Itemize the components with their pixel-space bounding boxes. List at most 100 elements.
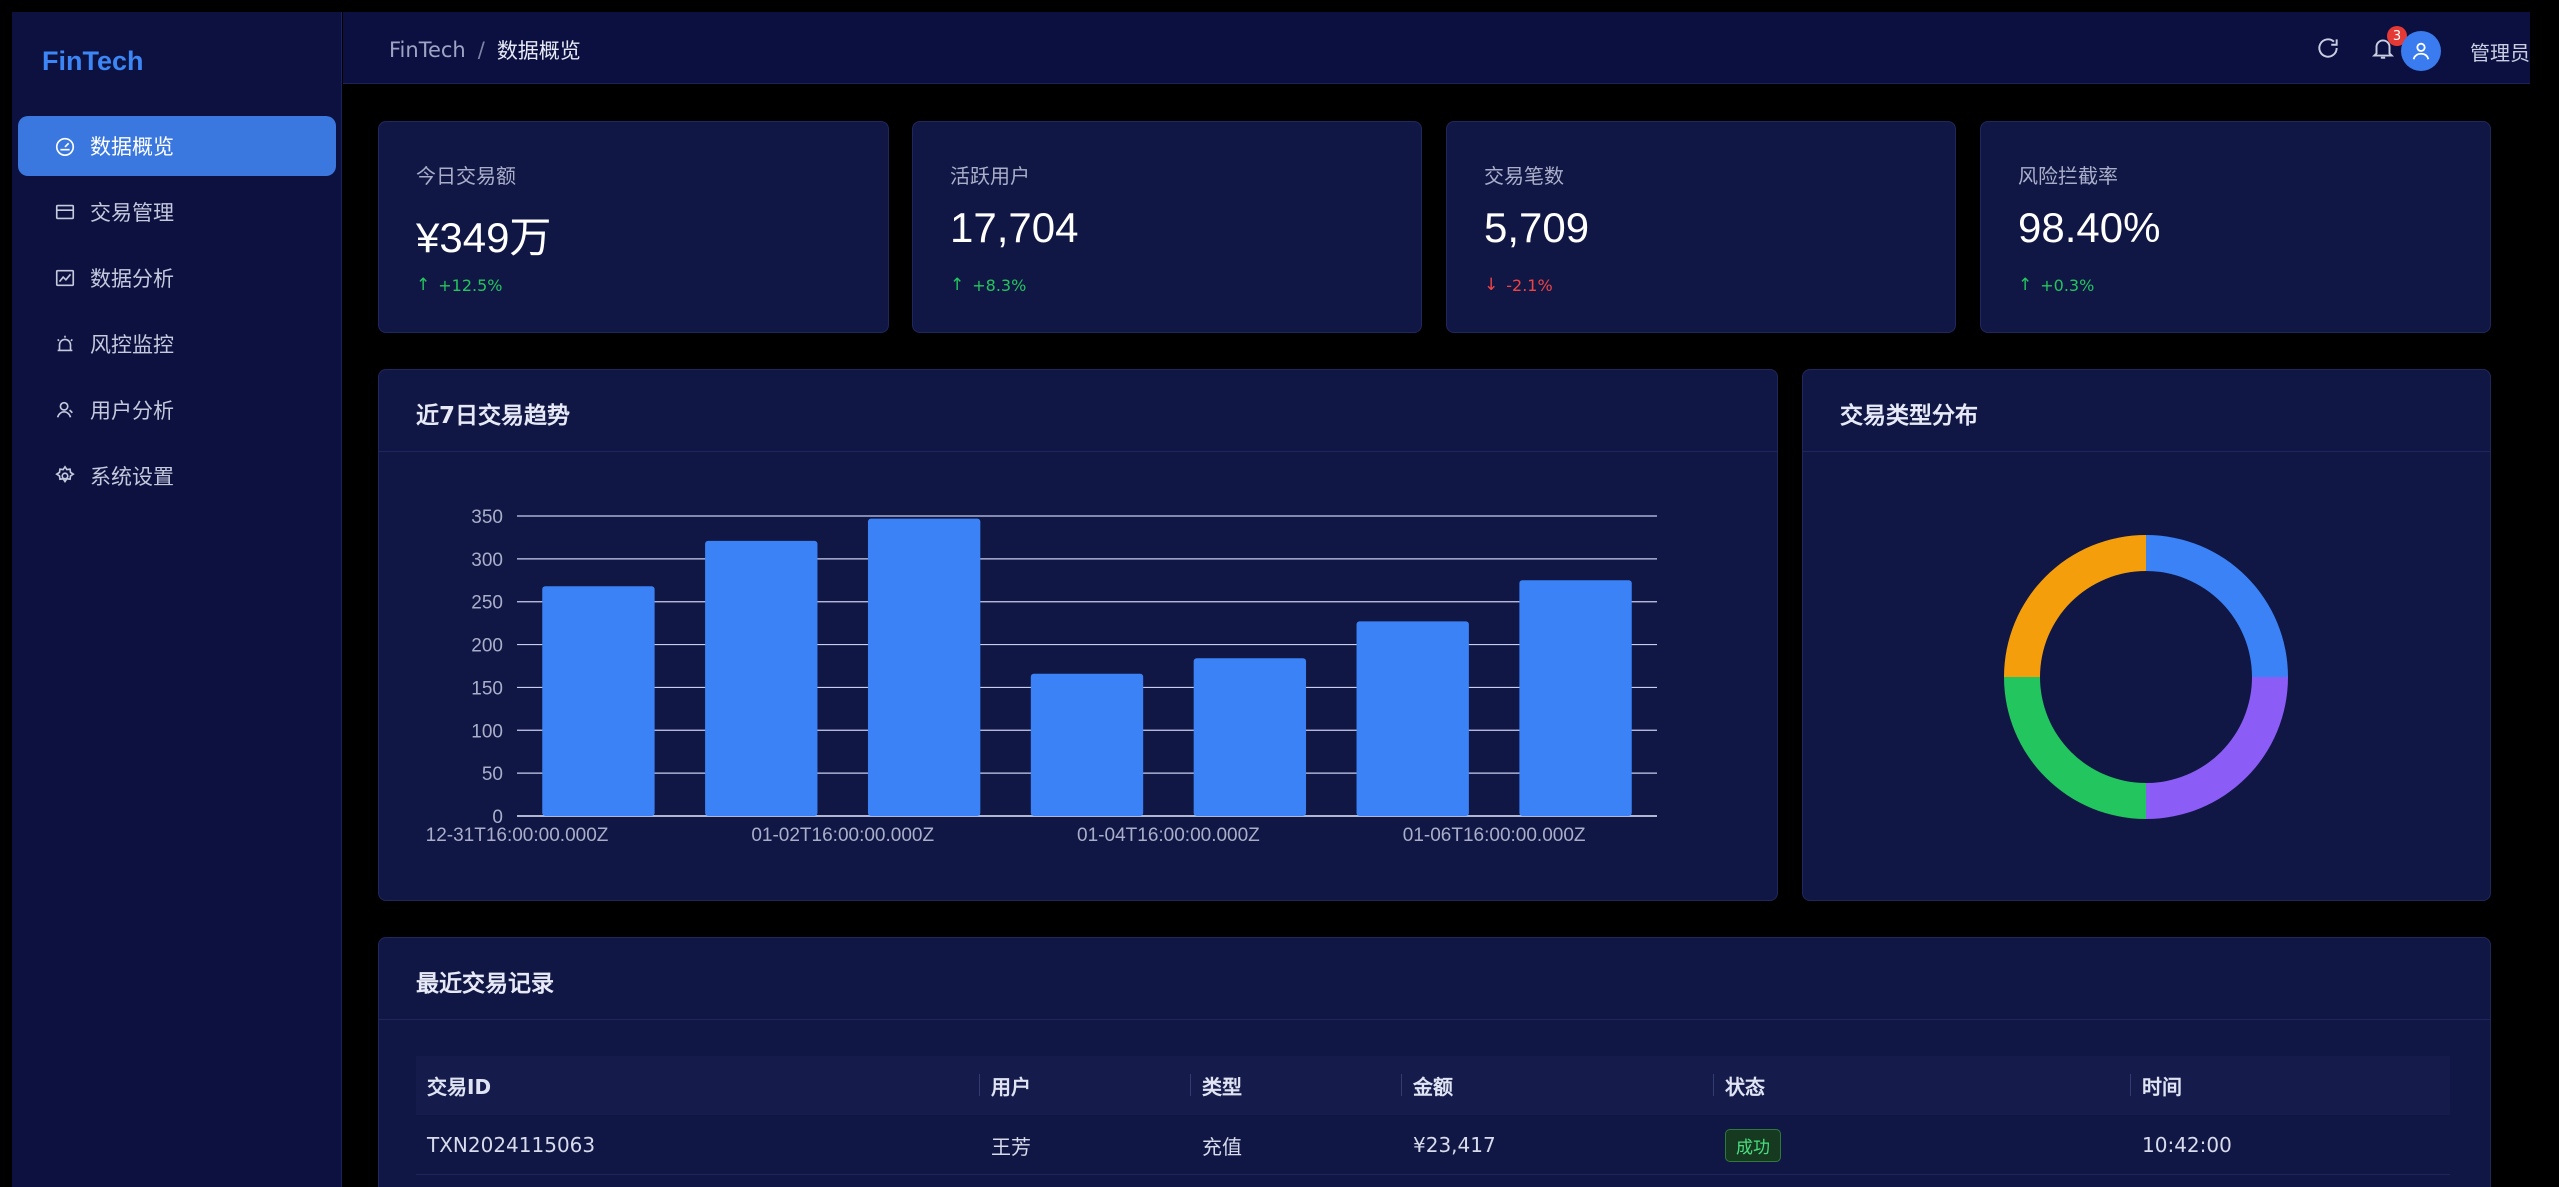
stat-change-value: +12.5% [438,275,503,295]
y-tick-label: 50 [482,764,503,785]
stat-card-risk-rate: 风险拦截率 98.40% ↑ +0.3% [1980,121,2491,333]
stat-card-transactions: 交易笔数 5,709 ↓ -2.1% [1446,121,1956,333]
cell-user: 王芳 [991,1134,1031,1159]
column-header-label: 状态 [1725,1075,1765,1099]
column-divider [979,1074,980,1096]
donut-chart [2004,535,2288,819]
bar[interactable] [1519,580,1632,816]
arrow-down-icon: ↓ [1484,275,1499,295]
refresh-icon[interactable] [2314,34,2342,62]
stat-change: ↓ -2.1% [1484,275,1553,295]
app-logo[interactable]: FinTech [42,46,144,77]
x-tick-label: 01-04T16:00:00.000Z [1077,825,1260,846]
stat-value: 17,704 [950,204,1079,251]
column-header-id[interactable]: 交易ID [427,1056,491,1115]
recent-transactions-card: 最近交易记录 交易ID 用户 类型 金额 状态 时间 TXN2024115063… [378,937,2491,1187]
column-divider [1713,1074,1714,1096]
donut-slice[interactable] [2004,535,2146,677]
stat-label: 交易笔数 [1484,164,1564,188]
donut-slice[interactable] [2146,535,2288,677]
cell-id: TXN2024115063 [427,1133,596,1157]
donut-slice[interactable] [2004,677,2146,819]
stat-value: ¥349万 [416,214,552,261]
dashboard-icon [54,135,76,157]
sidebar-item-label: 风控监控 [90,333,174,357]
card-icon [54,201,76,223]
column-header-type[interactable]: 类型 [1190,1056,1242,1115]
column-header-label: 类型 [1202,1075,1242,1099]
sidebar-item-risk[interactable]: 风控监控 [18,314,336,374]
column-divider [1190,1074,1191,1096]
column-header-label: 金额 [1413,1075,1453,1099]
username[interactable]: 管理员 [2470,37,2530,66]
stat-change-value: +0.3% [2040,275,2095,295]
column-header-user[interactable]: 用户 [979,1056,1031,1115]
y-tick-label: 200 [471,636,503,657]
column-header-amount[interactable]: 金额 [1401,1056,1453,1115]
y-tick-label: 100 [471,721,503,742]
status-badge: 成功 [1725,1128,1781,1162]
donut-slice[interactable] [2146,677,2288,819]
bar[interactable] [1030,673,1144,816]
x-tick-label: 12-31T16:00:00.000Z [426,825,609,846]
x-tick-label: 01-06T16:00:00.000Z [1403,825,1586,846]
sidebar-menu: 数据概览 交易管理 数据分析 风控监控 用户分析 系统设置 [18,116,336,512]
breadcrumb-separator: / [477,38,485,62]
stat-value: 5,709 [1484,204,1590,251]
table-header: 交易ID 用户 类型 金额 状态 时间 [416,1056,2450,1115]
column-header-time[interactable]: 时间 [2130,1056,2182,1115]
bar[interactable] [1356,621,1469,816]
stat-value: 98.40% [2018,204,2161,251]
bar[interactable] [1193,658,1307,816]
avatar[interactable] [2401,31,2441,71]
bar[interactable] [705,540,818,816]
sidebar-item-overview[interactable]: 数据概览 [18,116,336,176]
user-icon [54,399,76,421]
card-title: 近7日交易趋势 [416,403,571,429]
bar[interactable] [542,586,655,816]
arrow-up-icon: ↑ [416,275,431,295]
sidebar-item-settings[interactable]: 系统设置 [18,446,336,506]
sidebar-item-analytics[interactable]: 数据分析 [18,248,336,308]
cell-status: 成功 [1725,1115,1781,1175]
y-tick-label: 300 [471,550,503,571]
breadcrumb-root[interactable]: FinTech [389,38,466,62]
sidebar-item-label: 交易管理 [90,201,174,225]
transactions-table: 交易ID 用户 类型 金额 状态 时间 TXN2024115063 王芳 充值 … [416,1056,2450,1175]
stat-change: ↑ +8.3% [950,275,1026,295]
stat-change: ↑ +12.5% [416,275,502,295]
breadcrumb-current: 数据概览 [496,39,581,63]
stat-label: 风险拦截率 [2018,164,2118,188]
column-header-status[interactable]: 状态 [1713,1056,1765,1115]
alarm-icon [54,333,76,355]
x-tick-label: 01-02T16:00:00.000Z [751,825,934,846]
cell-type: 充值 [1202,1134,1242,1159]
column-divider [2130,1074,2131,1096]
arrow-up-icon: ↑ [2018,275,2033,295]
stat-change-value: -2.1% [1506,275,1553,295]
stat-card-active-users: 活跃用户 17,704 ↑ +8.3% [912,121,1422,333]
card-title: 最近交易记录 [416,971,554,997]
cell-amount: ¥23,417 [1413,1133,1496,1157]
sidebar-item-users[interactable]: 用户分析 [18,380,336,440]
y-tick-label: 250 [471,593,503,614]
app-frame: FinTech 数据概览 交易管理 数据分析 风控监控 用户分析 系统设置 Fi… [12,12,2530,1187]
column-divider [1401,1074,1402,1096]
stat-label: 活跃用户 [950,164,1030,188]
y-tick-label: 150 [471,678,503,699]
sidebar-item-transactions[interactable]: 交易管理 [18,182,336,242]
stat-change: ↑ +0.3% [2018,275,2094,295]
sidebar: FinTech 数据概览 交易管理 数据分析 风控监控 用户分析 系统设置 [12,12,342,1187]
trend-chart-card: 近7日交易趋势 0 50 100 150 200 250 300 350 12-31T16:00… [378,369,1778,901]
divider [379,1019,2490,1020]
stat-card-revenue: 今日交易额 ¥349万 ↑ +12.5% [378,121,889,333]
line-chart-icon [54,267,76,289]
y-tick-label: 350 [471,507,503,528]
column-header-label: 用户 [991,1075,1031,1099]
sidebar-item-label: 数据概览 [90,135,174,159]
top-header: FinTech / 数据概览 3 管理员 [343,12,2530,84]
sidebar-item-label: 系统设置 [90,465,174,489]
bar[interactable] [867,518,981,816]
table-row[interactable]: TXN2024115063 王芳 充值 ¥23,417 成功 10:42:00 [416,1115,2450,1175]
bar-chart: 05010015020025030035012-31T16:00:00.000Z… [426,507,1657,846]
